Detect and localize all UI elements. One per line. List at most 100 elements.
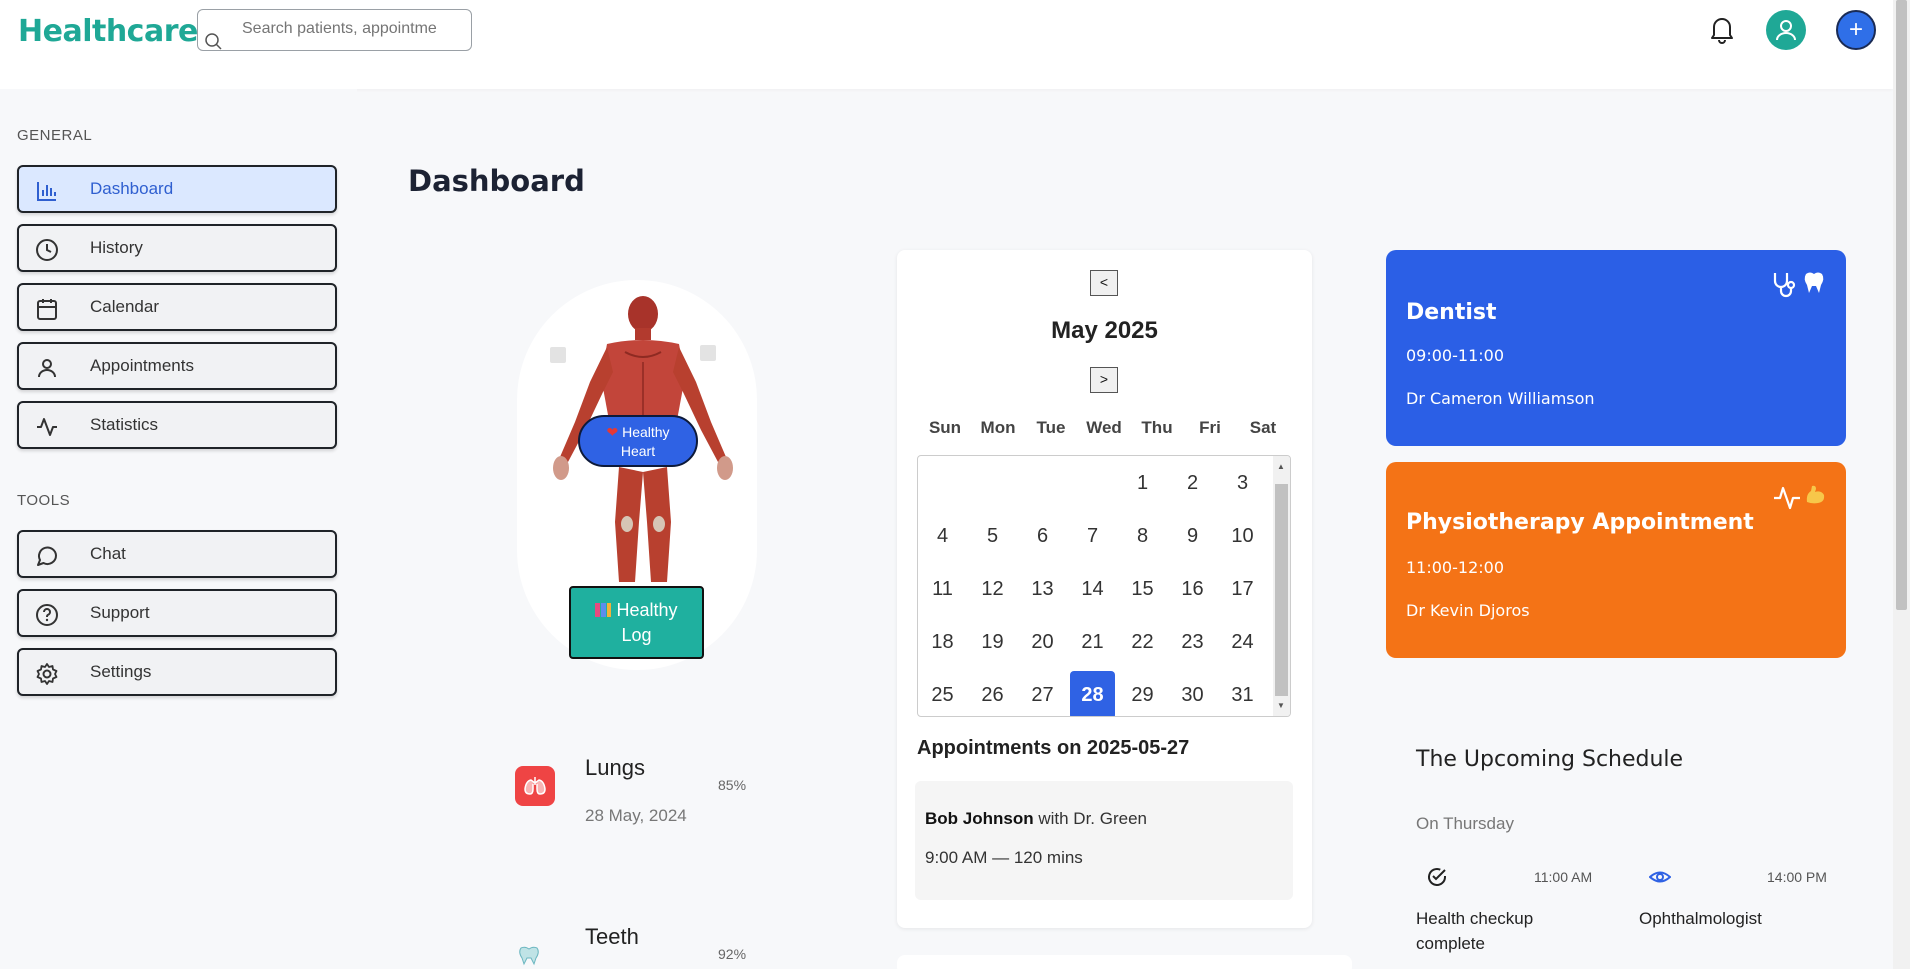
calendar-day[interactable]: 16 — [1170, 565, 1215, 613]
help-icon — [36, 604, 58, 626]
organ-name: Teeth — [585, 924, 639, 949]
calendar-day[interactable]: 20 — [1020, 618, 1065, 666]
organ-row-lungs[interactable]: Lungs 85% 28 May, 2024 — [515, 755, 755, 835]
calendar-day[interactable]: 6 — [1020, 512, 1065, 560]
appointment-item[interactable]: Bob Johnson with Dr. Green 9:00 AM — 120… — [915, 781, 1293, 900]
calendar-day[interactable]: 24 — [1220, 618, 1265, 666]
tools-section-label: TOOLS — [17, 492, 71, 509]
calendar-day[interactable]: 5 — [970, 512, 1015, 560]
sidebar-item-support[interactable]: Support — [17, 589, 337, 637]
activity-icon — [1774, 486, 1800, 510]
healthy-log-button[interactable]: Healthy Log — [569, 586, 704, 659]
sidebar-item-history[interactable]: History — [17, 224, 337, 272]
appointment-time: 9:00 AM — 120 mins — [925, 848, 1083, 867]
log-button-line2: Log — [621, 625, 652, 645]
schedule-item[interactable]: 11:00 AM Health checkup complete — [1416, 866, 1616, 966]
heart-badge-line2: Heart — [620, 443, 656, 459]
physiotherapy-card[interactable]: Physiotherapy Appointment 11:00-12:00 Dr… — [1386, 462, 1846, 658]
dentist-card[interactable]: Dentist 09:00-11:00 Dr Cameron Williamso… — [1386, 250, 1846, 446]
calendar-day[interactable]: 4 — [920, 512, 965, 560]
calendar-day[interactable]: 9 — [1170, 512, 1215, 560]
sidebar-item-label: Support — [90, 603, 150, 622]
schedule-label: Health checkup complete — [1416, 906, 1533, 956]
search-icon — [205, 33, 222, 50]
prev-month-button[interactable]: < — [1090, 270, 1118, 296]
calendar-day[interactable]: 2 — [1170, 459, 1215, 507]
calendar-day[interactable]: 14 — [1070, 565, 1115, 613]
calendar-day[interactable]: 18 — [920, 618, 965, 666]
calendar-card: < May 2025 > Sun Mon Tue Wed Thu Fri Sat… — [897, 250, 1312, 928]
calendar-day-selected[interactable]: 28 — [1070, 671, 1115, 716]
sidebar-item-chat[interactable]: Chat — [17, 530, 337, 578]
appointment-doctor: with Dr. Green — [1038, 809, 1147, 828]
calendar-month: May 2025 — [1051, 317, 1158, 344]
chat-icon — [37, 546, 57, 566]
sidebar-item-calendar[interactable]: Calendar — [17, 283, 337, 331]
appointment-summary: Bob Johnson with Dr. Green — [925, 809, 1147, 829]
calendar-day[interactable]: 27 — [1020, 671, 1065, 716]
organ-row-teeth[interactable]: Teeth 92% — [515, 924, 755, 969]
chart-icon — [595, 603, 612, 617]
sidebar-item-settings[interactable]: Settings — [17, 648, 337, 696]
weekday-label: Thu — [1141, 418, 1173, 437]
calendar-day[interactable]: 10 — [1220, 512, 1265, 560]
calendar-day[interactable]: 19 — [970, 618, 1015, 666]
calendar-day[interactable]: 8 — [1120, 512, 1165, 560]
calendar-day[interactable]: 7 — [1070, 512, 1115, 560]
schedule-title: The Upcoming Schedule — [1416, 747, 1684, 772]
scroll-down-arrow[interactable]: ▼ — [1277, 701, 1285, 710]
app-logo[interactable]: Healthcare. — [18, 14, 209, 49]
card-doctor: Dr Cameron Williamson — [1406, 389, 1595, 408]
plus-icon: + — [1848, 16, 1863, 43]
calendar-day[interactable]: 15 — [1120, 565, 1165, 613]
bell-icon[interactable] — [1707, 13, 1737, 45]
sidebar-item-label: Dashboard — [90, 179, 174, 198]
sidebar-item-label: History — [90, 238, 143, 257]
gear-icon — [36, 663, 58, 685]
sidebar-item-appointments[interactable]: Appointments — [17, 342, 337, 390]
schedule-label-line1: Ophthalmologist — [1639, 909, 1762, 928]
weekday-label: Mon — [980, 418, 1016, 437]
log-button-line1: Healthy — [616, 600, 678, 620]
calendar-day[interactable]: 1 — [1120, 459, 1165, 507]
organ-name: Lungs — [585, 755, 645, 780]
calendar-day[interactable]: 25 — [920, 671, 965, 716]
calendar-scrollbar[interactable]: ▲ ▼ — [1273, 456, 1290, 716]
schedule-item[interactable]: 14:00 PM Ophthalmologist — [1639, 866, 1839, 966]
card-time: 09:00-11:00 — [1406, 346, 1504, 365]
lungs-icon — [515, 766, 555, 806]
calendar-day[interactable]: 26 — [970, 671, 1015, 716]
avatar[interactable] — [1766, 10, 1806, 50]
scroll-up-arrow[interactable]: ▲ — [1277, 462, 1285, 471]
calendar-day[interactable]: 17 — [1220, 565, 1265, 613]
next-month-button[interactable]: > — [1090, 367, 1118, 393]
calendar-day[interactable]: 12 — [970, 565, 1015, 613]
search-box[interactable] — [197, 9, 472, 51]
calendar-day[interactable]: 23 — [1170, 618, 1215, 666]
healthy-heart-badge[interactable]: ❤ Healthy Heart — [578, 415, 698, 467]
muscle-icon — [1806, 485, 1825, 504]
weekday-label: Sun — [928, 418, 962, 437]
calendar-day[interactable]: 21 — [1070, 618, 1115, 666]
calendar-day[interactable]: 29 — [1120, 671, 1165, 716]
upcoming-schedule-card: The Upcoming Schedule On Thursday 11:00 … — [1386, 700, 1846, 969]
calendar-day[interactable]: 11 — [920, 565, 965, 613]
scrollbar-thumb[interactable] — [1275, 484, 1288, 696]
sidebar-item-label: Chat — [90, 544, 126, 563]
calendar-day[interactable]: 13 — [1020, 565, 1065, 613]
lower-card — [897, 955, 1352, 969]
calendar-day[interactable]: 30 — [1170, 671, 1215, 716]
scrollbar-thumb[interactable] — [1896, 0, 1907, 610]
sidebar-item-statistics[interactable]: Statistics — [17, 401, 337, 449]
sidebar-item-label: Calendar — [90, 297, 159, 316]
user-icon — [1776, 20, 1796, 41]
calendar-day[interactable]: 22 — [1120, 618, 1165, 666]
calendar-day[interactable]: 31 — [1220, 671, 1265, 716]
appointments-title: Appointments on 2025-05-27 — [917, 737, 1190, 759]
sidebar-item-dashboard[interactable]: Dashboard — [17, 165, 337, 213]
search-input[interactable] — [242, 20, 462, 38]
page-scrollbar[interactable] — [1893, 0, 1910, 969]
calendar-day[interactable]: 3 — [1220, 459, 1265, 507]
add-button[interactable]: + — [1836, 10, 1876, 50]
page-title: Dashboard — [408, 164, 585, 198]
